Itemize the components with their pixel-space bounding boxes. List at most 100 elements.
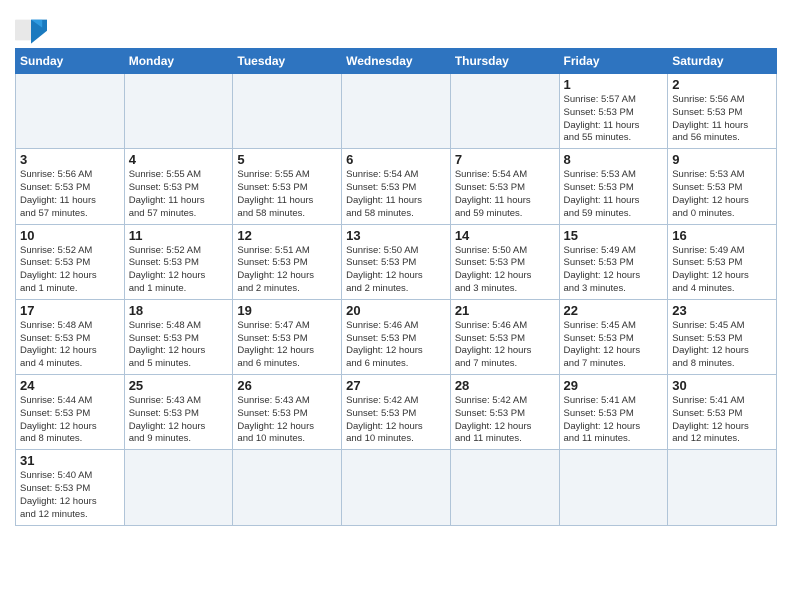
calendar-cell	[16, 74, 125, 149]
day-info: Sunrise: 5:43 AM Sunset: 5:53 PM Dayligh…	[237, 395, 337, 446]
calendar-cell: 17Sunrise: 5:48 AM Sunset: 5:53 PM Dayli…	[16, 299, 125, 374]
day-number: 24	[20, 378, 120, 393]
day-info: Sunrise: 5:49 AM Sunset: 5:53 PM Dayligh…	[672, 245, 772, 296]
day-number: 12	[237, 228, 337, 243]
logo	[15, 16, 51, 44]
dow-header: Monday	[124, 49, 233, 74]
calendar-cell: 9 Sunrise: 5:53 AM Sunset: 5:53 PM Daylig…	[668, 149, 777, 224]
calendar-cell: 18 Sunrise: 5:48 AM Sunset: 5:53 PM Dayli…	[124, 299, 233, 374]
calendar-cell: 20Sunrise: 5:46 AM Sunset: 5:53 PM Dayli…	[342, 299, 451, 374]
calendar-cell: 26 Sunrise: 5:43 AM Sunset: 5:53 PM Dayli…	[233, 375, 342, 450]
day-number: 15	[564, 228, 664, 243]
calendar-cell: 11 Sunrise: 5:52 AM Sunset: 5:53 PM Dayli…	[124, 224, 233, 299]
dow-header: Thursday	[450, 49, 559, 74]
calendar-week-row: 3Sunrise: 5:56 AM Sunset: 5:53 PM Daylig…	[16, 149, 777, 224]
calendar-cell	[233, 74, 342, 149]
day-info: Sunrise: 5:56 AM Sunset: 5:53 PM Dayligh…	[672, 94, 772, 145]
day-info: Sunrise: 5:54 AM Sunset: 5:53 PM Dayligh…	[346, 169, 446, 220]
calendar-week-row: 24 Sunrise: 5:44 AM Sunset: 5:53 PM Dayli…	[16, 375, 777, 450]
day-number: 25	[129, 378, 229, 393]
calendar-cell	[342, 74, 451, 149]
day-number: 8	[564, 152, 664, 167]
day-info: Sunrise: 5:54 AM Sunset: 5:53 PM Dayligh…	[455, 169, 555, 220]
calendar-cell: 29 Sunrise: 5:41 AM Sunset: 5:53 PM Dayli…	[559, 375, 668, 450]
calendar-cell: 16 Sunrise: 5:49 AM Sunset: 5:53 PM Dayli…	[668, 224, 777, 299]
calendar-week-row: 31Sunrise: 5:40 AM Sunset: 5:53 PM Dayli…	[16, 450, 777, 525]
dow-header: Tuesday	[233, 49, 342, 74]
calendar-cell: 2 Sunrise: 5:56 AM Sunset: 5:53 PM Daylig…	[668, 74, 777, 149]
day-number: 29	[564, 378, 664, 393]
calendar-cell: 8 Sunrise: 5:53 AM Sunset: 5:53 PM Daylig…	[559, 149, 668, 224]
calendar-cell	[668, 450, 777, 525]
day-number: 13	[346, 228, 446, 243]
calendar-cell: 1 Sunrise: 5:57 AM Sunset: 5:53 PM Daylig…	[559, 74, 668, 149]
calendar-cell: 19 Sunrise: 5:47 AM Sunset: 5:53 PM Dayli…	[233, 299, 342, 374]
calendar-week-row: 10Sunrise: 5:52 AM Sunset: 5:53 PM Dayli…	[16, 224, 777, 299]
dow-header: Sunday	[16, 49, 125, 74]
calendar-cell: 13 Sunrise: 5:50 AM Sunset: 5:53 PM Dayli…	[342, 224, 451, 299]
day-number: 17	[20, 303, 120, 318]
calendar-cell	[450, 74, 559, 149]
calendar-cell: 23Sunrise: 5:45 AM Sunset: 5:53 PM Dayli…	[668, 299, 777, 374]
day-number: 21	[455, 303, 555, 318]
calendar-week-row: 17 Sunrise: 5:48 AM Sunset: 5:53 PM Dayli…	[16, 299, 777, 374]
page-header	[15, 10, 777, 44]
day-info: Sunrise: 5:42 AM Sunset: 5:53 PM Dayligh…	[346, 395, 446, 446]
calendar-cell: 15Sunrise: 5:49 AM Sunset: 5:53 PM Dayli…	[559, 224, 668, 299]
day-number: 9	[672, 152, 772, 167]
day-number: 26	[237, 378, 337, 393]
day-info: Sunrise: 5:57 AM Sunset: 5:53 PM Dayligh…	[564, 94, 664, 145]
day-number: 1	[564, 77, 664, 92]
day-info: Sunrise: 5:51 AM Sunset: 5:53 PM Dayligh…	[237, 245, 337, 296]
day-number: 30	[672, 378, 772, 393]
calendar-cell: 7Sunrise: 5:54 AM Sunset: 5:53 PM Daylig…	[450, 149, 559, 224]
day-info: Sunrise: 5:44 AM Sunset: 5:53 PM Dayligh…	[20, 395, 120, 446]
day-info: Sunrise: 5:52 AM Sunset: 5:53 PM Dayligh…	[129, 245, 229, 296]
day-info: Sunrise: 5:50 AM Sunset: 5:53 PM Dayligh…	[455, 245, 555, 296]
day-number: 28	[455, 378, 555, 393]
calendar-cell: 5Sunrise: 5:55 AM Sunset: 5:53 PM Daylig…	[233, 149, 342, 224]
calendar-cell: 28 Sunrise: 5:42 AM Sunset: 5:53 PM Dayli…	[450, 375, 559, 450]
day-number: 11	[129, 228, 229, 243]
day-info: Sunrise: 5:53 AM Sunset: 5:53 PM Dayligh…	[672, 169, 772, 220]
calendar-cell: 24 Sunrise: 5:44 AM Sunset: 5:53 PM Dayli…	[16, 375, 125, 450]
day-info: Sunrise: 5:45 AM Sunset: 5:53 PM Dayligh…	[564, 320, 664, 371]
day-info: Sunrise: 5:42 AM Sunset: 5:53 PM Dayligh…	[455, 395, 555, 446]
dow-header: Saturday	[668, 49, 777, 74]
calendar-cell: 30 Sunrise: 5:41 AM Sunset: 5:53 PM Dayli…	[668, 375, 777, 450]
calendar-week-row: 1 Sunrise: 5:57 AM Sunset: 5:53 PM Daylig…	[16, 74, 777, 149]
day-info: Sunrise: 5:40 AM Sunset: 5:53 PM Dayligh…	[20, 470, 120, 521]
calendar-cell: 4 Sunrise: 5:55 AM Sunset: 5:53 PM Daylig…	[124, 149, 233, 224]
day-number: 16	[672, 228, 772, 243]
day-number: 27	[346, 378, 446, 393]
calendar-cell: 25Sunrise: 5:43 AM Sunset: 5:53 PM Dayli…	[124, 375, 233, 450]
calendar-cell: 21 Sunrise: 5:46 AM Sunset: 5:53 PM Dayli…	[450, 299, 559, 374]
day-number: 4	[129, 152, 229, 167]
day-info: Sunrise: 5:46 AM Sunset: 5:53 PM Dayligh…	[346, 320, 446, 371]
day-info: Sunrise: 5:45 AM Sunset: 5:53 PM Dayligh…	[672, 320, 772, 371]
day-number: 14	[455, 228, 555, 243]
day-number: 2	[672, 77, 772, 92]
calendar-cell: 31Sunrise: 5:40 AM Sunset: 5:53 PM Dayli…	[16, 450, 125, 525]
calendar-cell	[342, 450, 451, 525]
day-info: Sunrise: 5:41 AM Sunset: 5:53 PM Dayligh…	[564, 395, 664, 446]
calendar-cell	[450, 450, 559, 525]
day-number: 22	[564, 303, 664, 318]
dow-header: Friday	[559, 49, 668, 74]
day-info: Sunrise: 5:50 AM Sunset: 5:53 PM Dayligh…	[346, 245, 446, 296]
day-info: Sunrise: 5:55 AM Sunset: 5:53 PM Dayligh…	[129, 169, 229, 220]
calendar-cell: 6Sunrise: 5:54 AM Sunset: 5:53 PM Daylig…	[342, 149, 451, 224]
day-info: Sunrise: 5:47 AM Sunset: 5:53 PM Dayligh…	[237, 320, 337, 371]
day-number: 3	[20, 152, 120, 167]
calendar-cell	[124, 74, 233, 149]
day-info: Sunrise: 5:48 AM Sunset: 5:53 PM Dayligh…	[129, 320, 229, 371]
day-number: 19	[237, 303, 337, 318]
day-info: Sunrise: 5:46 AM Sunset: 5:53 PM Dayligh…	[455, 320, 555, 371]
calendar-cell: 10Sunrise: 5:52 AM Sunset: 5:53 PM Dayli…	[16, 224, 125, 299]
calendar-cell: 14 Sunrise: 5:50 AM Sunset: 5:53 PM Dayli…	[450, 224, 559, 299]
day-number: 18	[129, 303, 229, 318]
calendar-cell	[233, 450, 342, 525]
day-info: Sunrise: 5:41 AM Sunset: 5:53 PM Dayligh…	[672, 395, 772, 446]
calendar-cell: 12 Sunrise: 5:51 AM Sunset: 5:53 PM Dayli…	[233, 224, 342, 299]
day-info: Sunrise: 5:53 AM Sunset: 5:53 PM Dayligh…	[564, 169, 664, 220]
